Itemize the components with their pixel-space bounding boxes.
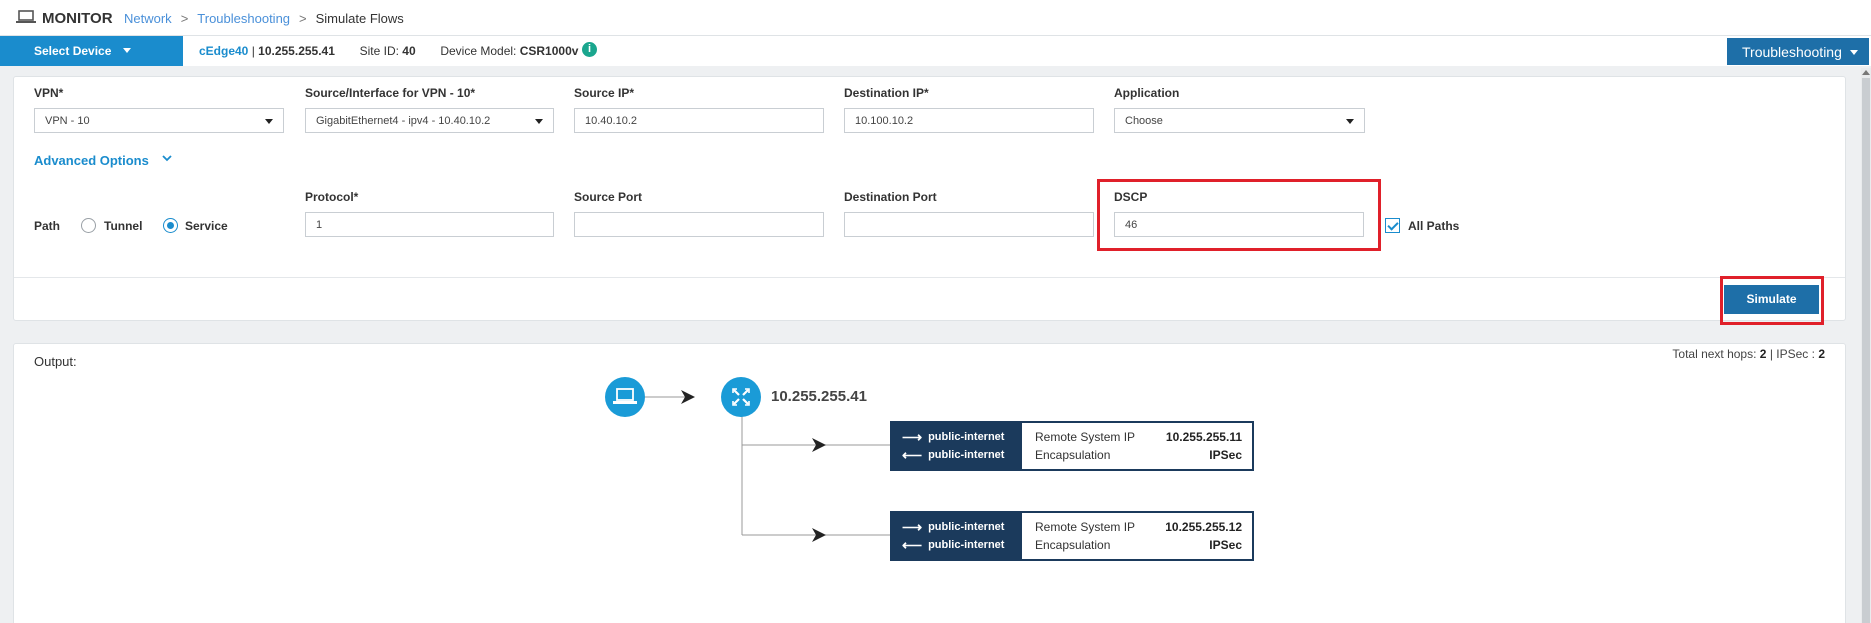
all-paths-checkbox[interactable] — [1385, 218, 1400, 233]
destination-ip-input[interactable]: 10.100.10.2 — [844, 108, 1094, 133]
output-panel: Output: Total next hops: 2 | IPSec : 2 1… — [13, 343, 1846, 623]
arrow-left-icon: ⟵ — [902, 447, 923, 463]
breadcrumb-separator: > — [180, 11, 189, 26]
divider — [14, 277, 1845, 278]
source-ip-input[interactable]: 10.40.10.2 — [574, 108, 824, 133]
select-device-label: Select Device — [34, 44, 112, 58]
caret-down-icon — [535, 119, 543, 124]
encapsulation-label: Encapsulation — [1035, 538, 1111, 552]
simulate-button[interactable]: Simulate — [1724, 285, 1819, 314]
source-interface-value: GigabitEthernet4 - ipv4 - 10.40.10.2 — [316, 115, 491, 127]
arrow-left-icon: ⟵ — [902, 537, 923, 553]
path-tunnel-radio[interactable] — [81, 218, 96, 233]
vpn-value: VPN - 10 — [45, 115, 90, 127]
flow-diagram — [605, 377, 890, 542]
chevron-down-icon[interactable] — [161, 152, 173, 164]
source-ip-label: Source IP* — [574, 86, 635, 100]
arrow-right-icon: ⟶ — [902, 519, 923, 535]
destination-ip-value: 10.100.10.2 — [855, 115, 914, 127]
laptop-icon — [605, 377, 645, 417]
site-id: 40 — [402, 44, 416, 58]
source-port-label: Source Port — [574, 190, 643, 204]
caret-down-icon — [265, 119, 273, 124]
destination-port-input[interactable] — [844, 212, 1094, 237]
caret-down-icon — [1849, 50, 1858, 55]
next-hop-card[interactable]: ⟶ public-internet ⟵ public-internet Remo… — [890, 511, 1254, 561]
breadcrumb-troubleshooting[interactable]: Troubleshooting — [197, 11, 290, 26]
router-ip: 10.255.255.41 — [771, 388, 867, 405]
protocol-input[interactable]: 1 — [305, 212, 554, 237]
breadcrumb-network[interactable]: Network — [124, 11, 172, 26]
arrow-right-icon: ⟶ — [902, 429, 923, 445]
tx-color: public-internet — [928, 431, 1005, 443]
destination-ip-label: Destination IP* — [844, 86, 929, 100]
scrollbar-thumb[interactable] — [1862, 78, 1870, 623]
vertical-scrollbar[interactable] — [1861, 68, 1871, 623]
top-bar: MONITOR Network > Troubleshooting > Simu… — [0, 0, 1871, 36]
device-model-label: Device Model: — [440, 44, 517, 58]
source-interface-select[interactable]: GigabitEthernet4 - ipv4 - 10.40.10.2 — [305, 108, 554, 133]
rx-color: public-internet — [928, 539, 1005, 551]
tx-color: public-internet — [928, 521, 1005, 533]
device-info: cEdge40 | 10.255.255.41 Site ID: 40 Devi… — [199, 44, 579, 58]
laptop-icon — [16, 10, 36, 23]
protocol-label: Protocol* — [305, 190, 359, 204]
breadcrumb-current: Simulate Flows — [315, 11, 404, 26]
tunnel-colors: ⟶ public-internet ⟵ public-internet — [892, 513, 1022, 559]
vpn-select[interactable]: VPN - 10 — [34, 108, 284, 133]
device-ip: 10.255.255.41 — [258, 44, 335, 58]
encapsulation-label: Encapsulation — [1035, 448, 1111, 462]
source-interface-label: Source/Interface for VPN - 10* — [305, 86, 476, 100]
remote-ip-value: 10.255.255.12 — [1165, 520, 1242, 534]
info-icon[interactable]: i — [582, 42, 597, 57]
encapsulation-value: IPSec — [1209, 538, 1242, 552]
protocol-value: 1 — [316, 219, 323, 231]
path-tunnel-label[interactable]: Tunnel — [104, 219, 142, 233]
router-icon[interactable] — [721, 377, 761, 417]
select-device-button[interactable]: Select Device — [0, 36, 183, 66]
simulate-form-panel: VPN* VPN - 10 Source/Interface for VPN -… — [13, 76, 1846, 321]
all-paths-label[interactable]: All Paths — [1408, 219, 1459, 233]
page-title: MONITOR — [42, 10, 113, 27]
troubleshooting-dropdown-button[interactable]: Troubleshooting — [1727, 38, 1869, 65]
remote-ip-value: 10.255.255.11 — [1165, 430, 1242, 444]
destination-port-label: Destination Port — [844, 190, 937, 204]
path-service-label[interactable]: Service — [185, 219, 228, 233]
path-service-radio[interactable] — [163, 218, 178, 233]
path-label: Path — [34, 219, 61, 233]
application-value: Choose — [1125, 115, 1163, 127]
next-hop-card[interactable]: ⟶ public-internet ⟵ public-internet Remo… — [890, 421, 1254, 471]
caret-down-icon — [1346, 119, 1354, 124]
troubleshooting-label: Troubleshooting — [1742, 44, 1842, 60]
remote-ip-label: Remote System IP — [1035, 430, 1136, 444]
device-name: cEdge40 — [199, 44, 249, 58]
application-label: Application — [1114, 86, 1180, 100]
source-port-input[interactable] — [574, 212, 824, 237]
site-id-label: Site ID: — [359, 44, 399, 58]
scroll-up-icon[interactable] — [1862, 70, 1870, 75]
breadcrumb: Network > Troubleshooting > Simulate Flo… — [124, 11, 404, 26]
vpn-label: VPN* — [34, 86, 64, 100]
device-model: CSR1000v — [519, 44, 579, 58]
remote-ip-label: Remote System IP — [1035, 520, 1136, 534]
caret-down-icon — [123, 48, 132, 53]
rx-color: public-internet — [928, 449, 1005, 461]
encapsulation-value: IPSec — [1209, 448, 1242, 462]
dscp-highlight-box — [1097, 179, 1381, 251]
tunnel-colors: ⟶ public-internet ⟵ public-internet — [892, 423, 1022, 469]
device-bar: Select Device cEdge40 | 10.255.255.41 Si… — [0, 36, 1871, 66]
source-ip-value: 10.40.10.2 — [585, 115, 637, 127]
advanced-options-toggle[interactable]: Advanced Options — [34, 153, 149, 168]
breadcrumb-separator: > — [299, 11, 307, 26]
application-select[interactable]: Choose — [1114, 108, 1365, 133]
